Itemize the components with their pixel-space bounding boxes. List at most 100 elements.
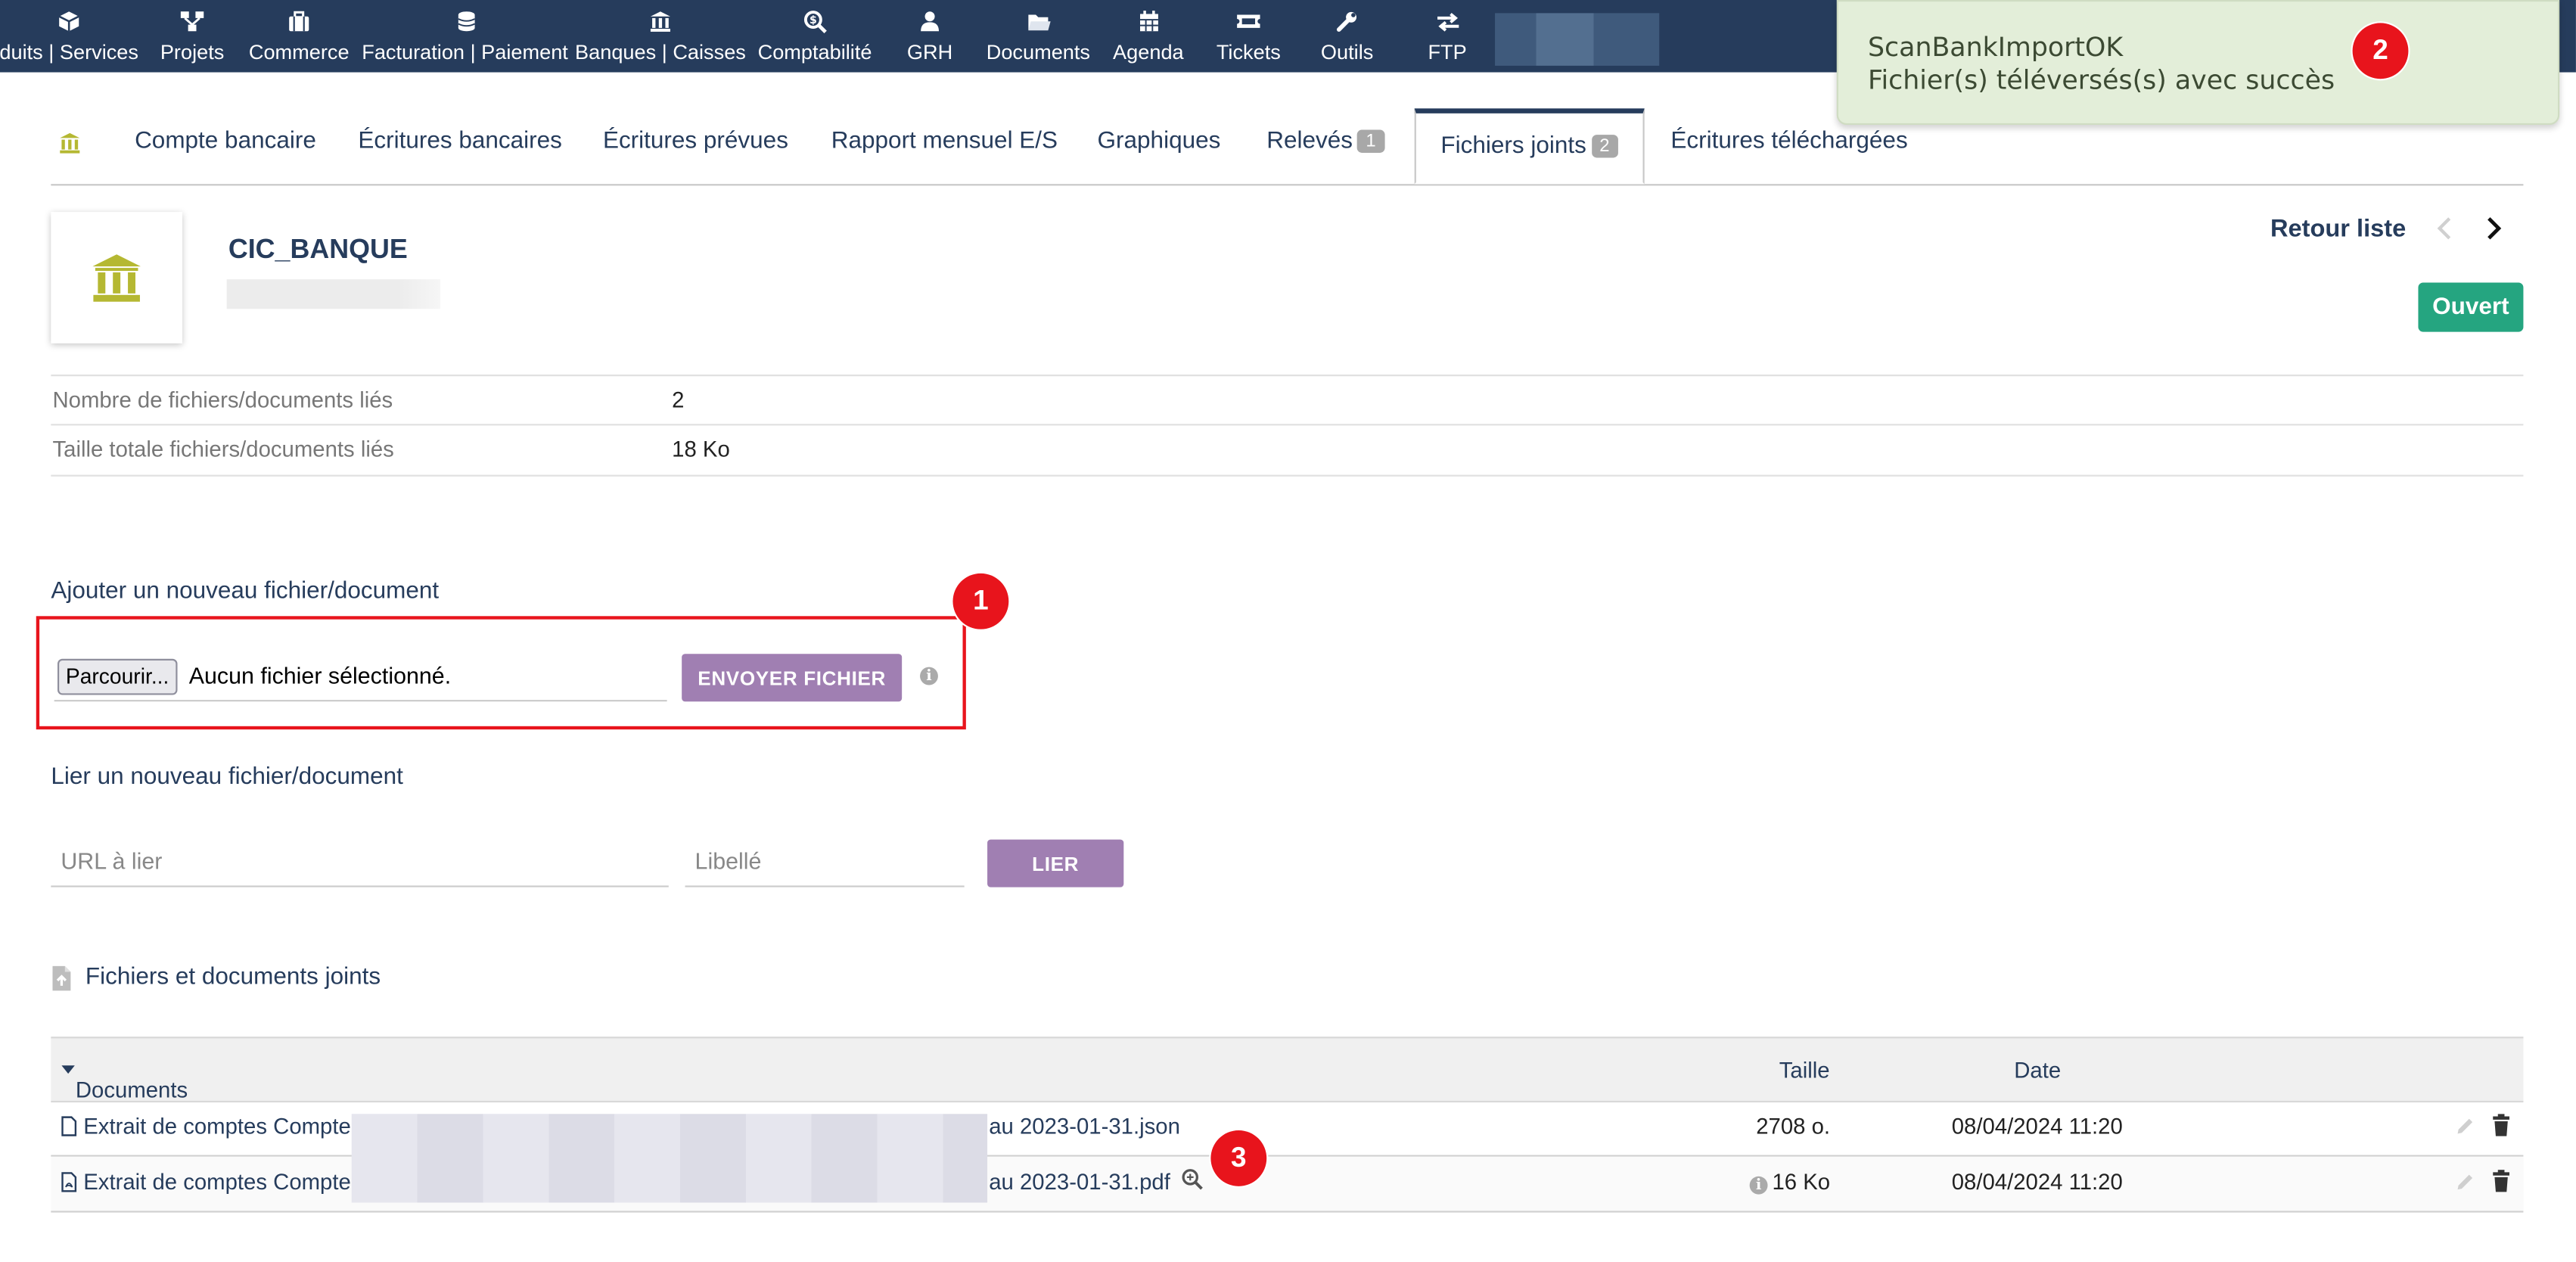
tab-ecritures-prevues[interactable]: Écritures prévues bbox=[603, 128, 788, 154]
menu-item-commerce[interactable]: Commerce bbox=[247, 0, 352, 73]
menu-label: FTP bbox=[1428, 41, 1467, 64]
tab-ecritures-telechargees[interactable]: Écritures téléchargées bbox=[1670, 128, 1907, 154]
bank-icon[interactable] bbox=[57, 132, 82, 161]
ticket-icon bbox=[1235, 8, 1262, 35]
file-link[interactable]: Extrait de comptes Compte bbox=[61, 1114, 351, 1139]
tab-releves[interactable]: Relevés 1 bbox=[1266, 128, 1384, 154]
tab-graphiques[interactable]: Graphiques bbox=[1098, 128, 1221, 154]
file-input[interactable]: Parcourir... Aucun fichier sélectionné. bbox=[54, 654, 667, 702]
url-input[interactable] bbox=[57, 846, 669, 876]
tab-label: Relevés bbox=[1266, 128, 1353, 155]
tab-ecritures-bancaires[interactable]: Écritures bancaires bbox=[358, 128, 562, 154]
edit-icon[interactable] bbox=[2454, 1115, 2475, 1145]
tab-label: Écritures bancaires bbox=[358, 128, 562, 155]
search-dollar-icon: $ bbox=[802, 8, 828, 35]
files-table-header: Documents Taille Date bbox=[51, 1037, 2524, 1103]
menu-item-agenda[interactable]: Agenda bbox=[1108, 0, 1190, 73]
tab-label: Écritures téléchargées bbox=[1670, 128, 1908, 155]
tab-fichiers-joints[interactable]: Fichiers joints 2 bbox=[1414, 108, 1645, 185]
pdf-icon bbox=[61, 1172, 77, 1192]
notification-message: Fichier(s) téléversés(s) avec succès bbox=[1867, 64, 2335, 95]
svg-text:$: $ bbox=[809, 14, 816, 26]
url-field[interactable] bbox=[51, 840, 669, 887]
stat-label: Taille totale fichiers/documents liés bbox=[52, 437, 394, 462]
redacted-area bbox=[1495, 13, 1660, 66]
stat-row: Taille totale fichiers/documents liés 18… bbox=[51, 424, 2524, 477]
tab-label: Compte bancaire bbox=[135, 128, 316, 155]
delete-icon[interactable] bbox=[2492, 1114, 2510, 1145]
send-file-button[interactable]: ENVOYER FICHIER bbox=[682, 654, 903, 702]
edit-icon[interactable] bbox=[2454, 1171, 2475, 1201]
link-section-title: Lier un nouveau fichier/document bbox=[51, 763, 403, 791]
documents-column-header[interactable]: Documents bbox=[61, 1058, 188, 1102]
browse-button[interactable]: Parcourir... bbox=[57, 658, 178, 695]
file-name-end[interactable]: au 2023-01-31.json bbox=[989, 1114, 1180, 1139]
menu-item-documents[interactable]: Documents bbox=[983, 0, 1095, 73]
exchange-icon bbox=[1434, 8, 1461, 35]
menu-label: Facturation | Paiement bbox=[362, 41, 568, 64]
bank-icon bbox=[648, 8, 674, 35]
label-input[interactable] bbox=[691, 846, 965, 876]
stat-value: 2 bbox=[672, 387, 685, 413]
menu-label: Agenda bbox=[1113, 41, 1184, 64]
status-badge: Ouvert bbox=[2418, 282, 2524, 332]
menu-item-comptabilite[interactable]: $ Comptabilité bbox=[756, 0, 874, 73]
redacted-area bbox=[351, 1114, 988, 1203]
tab-label: Fichiers joints bbox=[1440, 132, 1586, 160]
menu-item-tickets[interactable]: Tickets bbox=[1206, 0, 1291, 73]
caret-down-icon bbox=[61, 1065, 75, 1074]
attached-files-title: Fichiers et documents joints bbox=[85, 964, 381, 991]
delete-icon[interactable] bbox=[2492, 1170, 2510, 1201]
size-column-header[interactable]: Taille bbox=[1779, 1058, 1830, 1083]
cube-icon bbox=[56, 8, 82, 35]
tab-label: Rapport mensuel E/S bbox=[831, 128, 1058, 155]
back-to-list-link[interactable]: Retour liste bbox=[2270, 215, 2406, 243]
info-icon[interactable]: i bbox=[920, 667, 938, 685]
info-icon[interactable]: i bbox=[1749, 1176, 1768, 1195]
file-size: 16 Ko bbox=[1772, 1170, 1831, 1195]
tab-label: Écritures prévues bbox=[602, 128, 788, 155]
preview-zoom-icon[interactable] bbox=[1181, 1168, 1204, 1199]
label-field[interactable] bbox=[685, 840, 965, 887]
file-name-end[interactable]: au 2023-01-31.pdf bbox=[989, 1170, 1170, 1195]
menu-item-facturation[interactable]: Facturation | Paiement bbox=[362, 0, 568, 73]
tab-compte-bancaire[interactable]: Compte bancaire bbox=[135, 128, 316, 154]
file-name-start: Extrait de comptes Compte bbox=[83, 1170, 351, 1195]
success-notification: ScanBankImportOK Fichier(s) téléversés(s… bbox=[1836, 0, 2560, 126]
menu-label: Commerce bbox=[248, 41, 350, 64]
stat-value: 18 Ko bbox=[672, 437, 730, 462]
menu-item-banques-caisses[interactable]: Banques | Caisses bbox=[575, 0, 746, 73]
previous-record-icon[interactable] bbox=[2436, 215, 2453, 250]
menu-item-grh[interactable]: GRH bbox=[897, 0, 963, 73]
menu-item-projets[interactable]: Projets bbox=[151, 0, 234, 73]
tab-rapport-mensuel[interactable]: Rapport mensuel E/S bbox=[831, 128, 1058, 154]
stat-label: Nombre de fichiers/documents liés bbox=[52, 387, 393, 413]
menu-label: GRH bbox=[906, 41, 953, 64]
coins-icon bbox=[452, 8, 478, 35]
menu-item-products-services[interactable]: duits | Services bbox=[0, 0, 138, 73]
menu-item-outils[interactable]: Outils bbox=[1311, 0, 1384, 73]
menu-label: Banques | Caisses bbox=[575, 41, 746, 64]
upload-section-title: Ajouter un nouveau fichier/document bbox=[51, 578, 440, 605]
next-record-icon[interactable] bbox=[2485, 215, 2502, 250]
briefcase-icon bbox=[286, 8, 312, 35]
annotation-marker-1: 1 bbox=[952, 573, 1009, 629]
file-date: 08/04/2024 11:20 bbox=[1951, 1114, 2123, 1139]
tab-label: Graphiques bbox=[1097, 128, 1221, 155]
menu-item-ftp[interactable]: FTP bbox=[1416, 0, 1479, 73]
file-upload-icon bbox=[51, 965, 72, 1001]
date-column-header[interactable]: Date bbox=[2014, 1058, 2061, 1083]
file-link[interactable]: Extrait de comptes Compte bbox=[61, 1170, 351, 1195]
account-logo bbox=[51, 212, 183, 343]
file-date: 08/04/2024 11:20 bbox=[1951, 1170, 2123, 1195]
column-label: Documents bbox=[75, 1077, 188, 1103]
file-selection-status: Aucun fichier sélectionné. bbox=[188, 662, 452, 689]
redacted-area bbox=[226, 279, 440, 309]
link-button[interactable]: LIER bbox=[987, 839, 1124, 887]
menu-label: Documents bbox=[986, 41, 1091, 64]
menu-label: Comptabilité bbox=[757, 41, 872, 64]
stat-row: Nombre de fichiers/documents liés 2 bbox=[51, 375, 2524, 425]
wrench-icon bbox=[1334, 8, 1360, 35]
project-icon bbox=[179, 8, 206, 35]
menu-label: Tickets bbox=[1216, 41, 1281, 64]
